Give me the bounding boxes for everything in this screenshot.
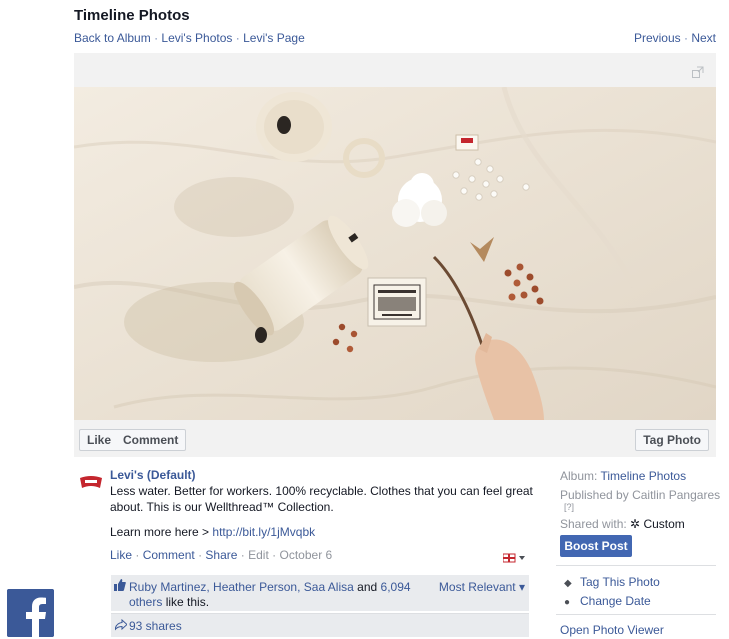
sidebar-divider — [556, 565, 716, 566]
levis-photos-link[interactable]: Levi's Photos — [161, 31, 232, 45]
album-link[interactable]: Timeline Photos — [600, 469, 686, 483]
post-edit-link[interactable]: Edit — [248, 548, 269, 562]
liker-link[interactable]: Ruby Martinez — [129, 580, 206, 594]
gear-icon: ✲ — [630, 517, 641, 531]
shared-with: Shared with: ✲ Custom — [560, 517, 685, 531]
shares-link[interactable]: 93 shares — [129, 619, 182, 633]
tag-this-photo-link[interactable]: ◆ Tag This Photo — [564, 575, 660, 589]
back-to-album-link[interactable]: Back to Album — [74, 31, 151, 45]
social-likes-bar: Ruby Martinez, Heather Person, Saa Alisa… — [111, 575, 529, 611]
post-share-link[interactable]: Share — [205, 548, 237, 562]
open-photo-viewer-link[interactable]: Open Photo Viewer — [560, 623, 664, 637]
published-by: Published by Caitlin Pangares — [560, 488, 721, 502]
clock-icon: ● — [564, 597, 571, 608]
liker-link[interactable]: Heather Person — [213, 580, 297, 594]
photo-pager: Previous · Next — [633, 31, 716, 45]
thumbs-up-icon — [114, 579, 126, 591]
tag-icon: ◆ — [564, 578, 572, 589]
boost-post-button[interactable]: Boost Post — [560, 535, 632, 557]
post-date-link[interactable]: October 6 — [280, 548, 333, 562]
chevron-down-icon: ▾ — [518, 580, 525, 594]
page-title: Timeline Photos — [74, 7, 190, 24]
next-link[interactable]: Next — [691, 31, 716, 45]
comment-button[interactable]: Comment — [116, 429, 187, 451]
sidebar-divider — [556, 614, 716, 615]
help-marker[interactable]: [?] — [564, 502, 574, 512]
expand-icon[interactable] — [692, 66, 704, 78]
breadcrumb: Back to Album · Levi's Photos · Levi's P… — [74, 31, 305, 45]
like-button[interactable]: Like — [79, 429, 120, 451]
tag-photo-button[interactable]: Tag Photo — [635, 429, 709, 451]
post-text: Less water. Better for workers. 100% rec… — [110, 484, 533, 514]
timeline-photo[interactable] — [74, 87, 716, 420]
facebook-logo-icon[interactable] — [7, 589, 54, 637]
flag-audience-icon[interactable] — [503, 553, 527, 563]
levis-avatar-icon[interactable] — [78, 472, 104, 492]
change-date-link[interactable]: ● Change Date — [564, 594, 651, 608]
most-relevant-dropdown[interactable]: Most Relevant ▾ — [439, 580, 525, 594]
post-link[interactable]: http://bit.ly/1jMvqbk — [212, 525, 315, 539]
post-comment-link[interactable]: Comment — [143, 548, 195, 562]
likers-text: Ruby Martinez, Heather Person, Saa Alisa… — [129, 580, 411, 609]
post-like-link[interactable]: Like — [110, 548, 132, 562]
shares-row: 93 shares — [111, 613, 529, 637]
previous-link[interactable]: Previous — [634, 31, 681, 45]
post-learn-more: Learn more here > http://bit.ly/1jMvqbk — [110, 525, 316, 539]
levis-page-link[interactable]: Levi's Page — [243, 31, 305, 45]
album-info: Album: Timeline Photos — [560, 469, 687, 483]
post-author-link[interactable]: Levi's (Default) — [110, 468, 196, 482]
share-arrow-icon — [115, 619, 127, 631]
photo-action-bar: Like Comment Tag Photo — [74, 420, 716, 457]
photo-stage: Like Comment Tag Photo — [74, 53, 716, 457]
liker-link[interactable]: Saa Alisa — [304, 580, 354, 594]
post-actions: Like · Comment · Share · Edit · October … — [110, 548, 333, 562]
